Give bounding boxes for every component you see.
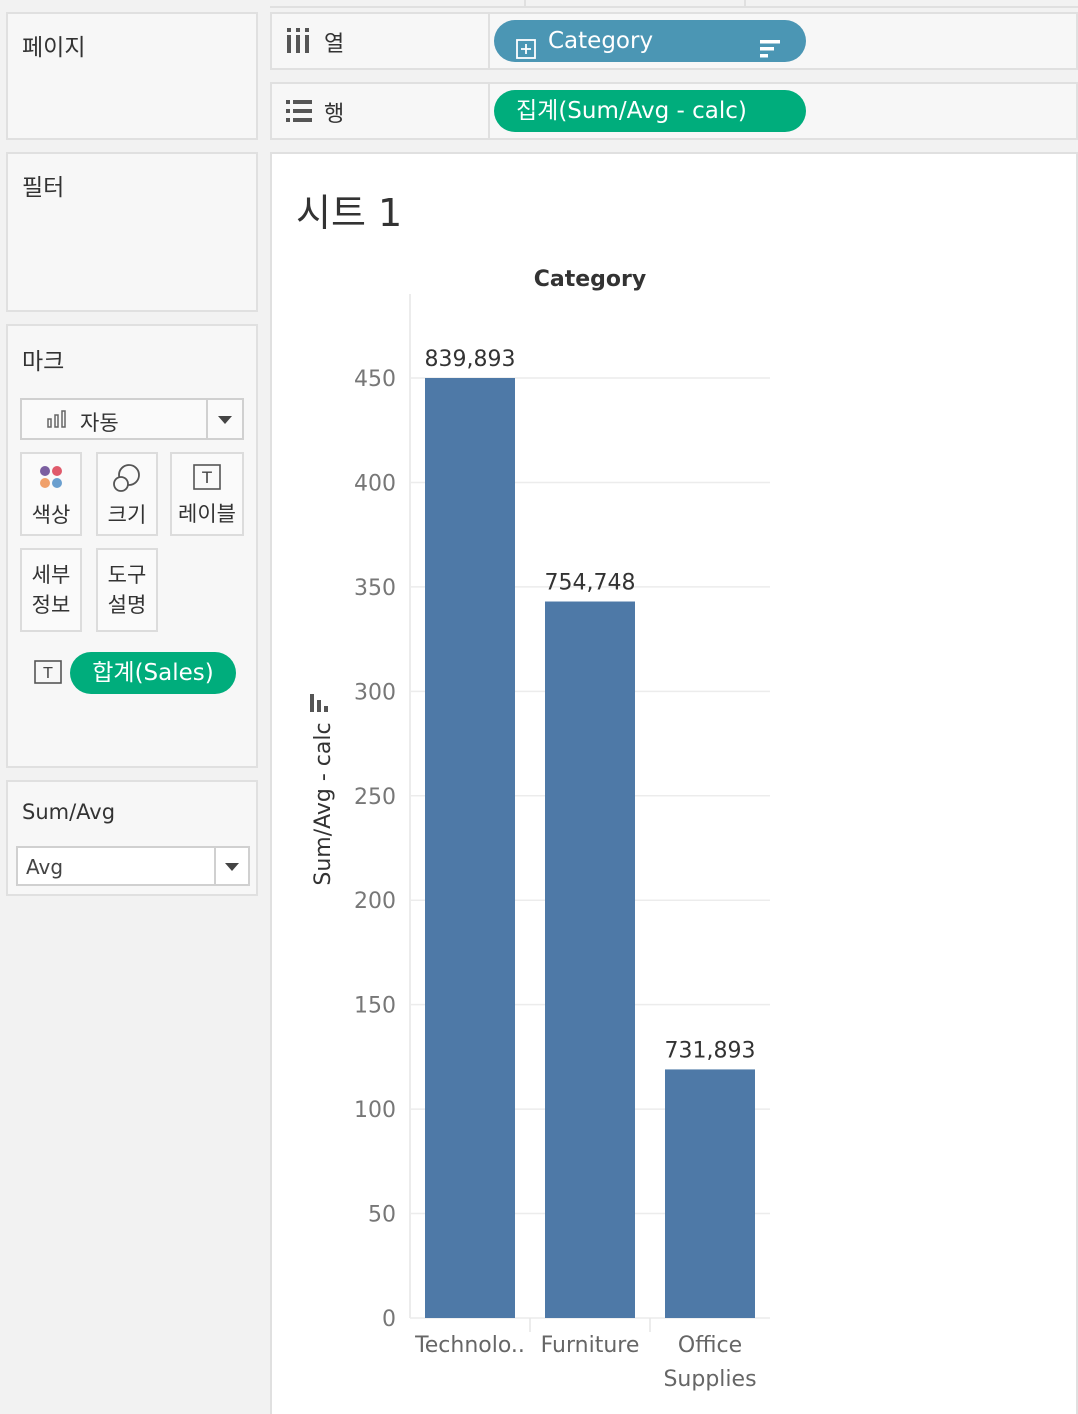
- bar-data-label: 754,748: [545, 571, 636, 596]
- rows-shelf-label: 행: [272, 84, 490, 138]
- y-tick-label: 200: [354, 889, 396, 914]
- expand-plus-icon[interactable]: [516, 31, 536, 73]
- color-button-label: 색상: [31, 503, 71, 527]
- svg-text:T: T: [42, 664, 53, 682]
- label-button[interactable]: T 레이블: [170, 452, 244, 536]
- x-tick-label: Furniture: [541, 1333, 640, 1358]
- mark-type-value: 자동: [80, 411, 119, 435]
- label-field-pill-text: 합계(Sales): [92, 660, 214, 686]
- mark-type-dropdown[interactable]: 자동: [20, 398, 244, 440]
- column-header-title: Category: [534, 267, 646, 292]
- color-button[interactable]: 색상: [20, 452, 82, 536]
- svg-text:T: T: [201, 468, 212, 487]
- marks-panel-title: 마크: [22, 349, 65, 375]
- axis-sort-icon[interactable]: [310, 694, 328, 712]
- columns-shelf[interactable]: 열 Category: [270, 12, 1078, 70]
- parameter-dropdown-value: Avg: [26, 855, 64, 879]
- color-dots-icon: [37, 463, 65, 491]
- filters-panel-title: 필터: [22, 175, 65, 201]
- y-axis-title: Sum/Avg - calc: [311, 722, 336, 885]
- bar: [665, 1069, 755, 1318]
- columns-shelf-label-text: 열: [324, 32, 345, 57]
- y-tick-label: 0: [382, 1307, 396, 1332]
- columns-shelf-label: 열: [272, 14, 490, 68]
- top-strip: [270, 0, 1078, 8]
- y-tick-label: 250: [354, 785, 396, 810]
- y-tick-label: 350: [354, 576, 396, 601]
- y-tick-label: 400: [354, 471, 396, 496]
- size-button-label: 크기: [107, 503, 147, 527]
- detail-button[interactable]: 세부 정보: [20, 548, 82, 632]
- mark-type-dropdown-arrow[interactable]: [206, 400, 242, 438]
- x-tick-label: Office: [678, 1333, 742, 1358]
- sum-avg-calc-pill[interactable]: 집계(Sum/Avg - calc): [494, 90, 806, 132]
- tooltip-button[interactable]: 도구 설명: [96, 548, 158, 632]
- top-strip-divider: [524, 0, 526, 8]
- bar-chart: Category 0 50 100 150 200 250 300 350 400 450 Sum/A…: [310, 267, 770, 1392]
- label-field-pill[interactable]: 합계(Sales): [70, 652, 236, 694]
- rows-shelf[interactable]: 행 집계(Sum/Avg - calc): [270, 82, 1078, 140]
- worksheet-canvas: 시트 1 Category 0 50 100 150 200 250 300 350 400 450…: [270, 152, 1078, 1414]
- filters-panel[interactable]: 필터: [6, 152, 258, 312]
- parameter-dropdown-arrow[interactable]: [214, 848, 248, 884]
- sort-descending-icon[interactable]: [760, 31, 782, 73]
- label-field-icon: T: [34, 660, 62, 688]
- y-tick-label: 50: [368, 1203, 396, 1228]
- bar-data-label: 731,893: [665, 1038, 756, 1063]
- detail-button-label-line1: 세부: [31, 563, 71, 587]
- category-pill[interactable]: Category: [494, 20, 806, 62]
- sum-avg-calc-pill-text: 집계(Sum/Avg - calc): [516, 98, 747, 124]
- top-strip-divider: [744, 0, 746, 8]
- parameter-panel-title: Sum/Avg: [22, 800, 116, 824]
- y-tick-label: 300: [354, 680, 396, 705]
- bar-data-label: 839,893: [425, 347, 516, 372]
- bar: [425, 378, 515, 1318]
- sheet-title: 시트 1: [296, 191, 403, 235]
- detail-button-label-line2: 정보: [31, 593, 71, 617]
- parameter-panel: Sum/Avg Avg: [6, 780, 258, 896]
- marks-panel: 마크 자동 색상 크기 T 레이블 세부 정보 도구 설명 T 합계(Sales…: [6, 324, 258, 768]
- bar: [545, 601, 635, 1318]
- y-tick-label: 450: [354, 367, 396, 392]
- y-tick-label: 150: [354, 994, 396, 1019]
- tooltip-button-label-line2: 설명: [107, 593, 147, 617]
- pages-panel-title: 페이지: [22, 35, 86, 61]
- y-tick-label: 100: [354, 1098, 396, 1123]
- tooltip-button-label-line1: 도구: [107, 563, 147, 587]
- size-circles-icon: [112, 463, 142, 493]
- rows-icon: [286, 100, 312, 126]
- bar-chart-icon: [46, 409, 68, 433]
- label-button-label: 레이블: [178, 502, 236, 526]
- size-button[interactable]: 크기: [96, 452, 158, 536]
- x-tick-label: Technolo..: [414, 1333, 525, 1358]
- columns-icon: [286, 28, 310, 58]
- pages-panel[interactable]: 페이지: [6, 12, 258, 140]
- category-pill-text: Category: [548, 28, 654, 54]
- parameter-dropdown[interactable]: Avg: [16, 846, 250, 886]
- x-tick-label: Supplies: [663, 1367, 756, 1392]
- text-label-icon: T: [193, 464, 221, 490]
- rows-shelf-label-text: 행: [324, 102, 345, 127]
